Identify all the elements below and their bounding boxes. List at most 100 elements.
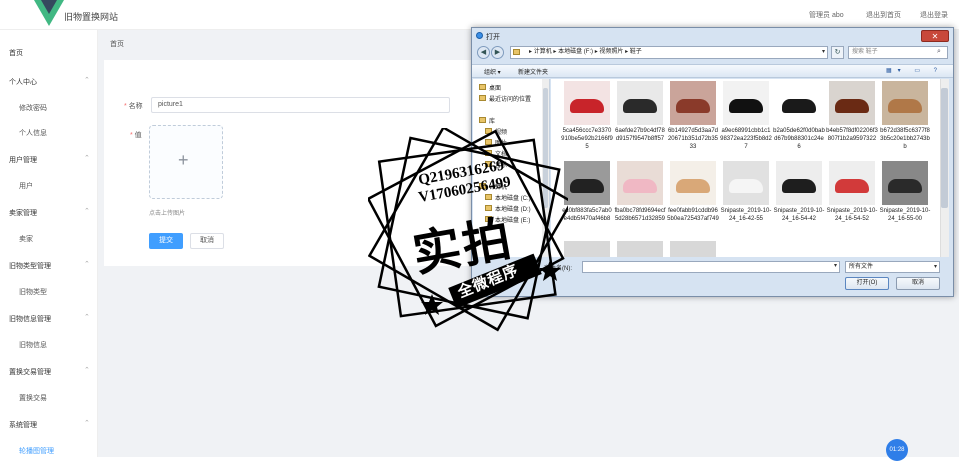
nav-pane-item[interactable]: 桌面 (489, 83, 501, 92)
refresh-icon[interactable]: ↻ (831, 46, 844, 59)
sidebar-item-item-info[interactable]: 旧物信息 (19, 340, 47, 350)
file-item[interactable]: ec0bf883fa5c7ab0e4db5f470af46b8 (561, 159, 613, 231)
vue-logo-icon (34, 0, 64, 26)
sidebar-group-item-info[interactable]: 旧物信息管理 (9, 314, 51, 324)
sidebar-item-sellers[interactable]: 卖家 (19, 234, 33, 244)
sidebar-item-carousel[interactable]: 轮播图管理 (19, 446, 54, 456)
file-item[interactable]: 5ca456ccc7e3370910be5e92b2166f95 (561, 79, 613, 151)
timer-badge: 01:28 (886, 439, 908, 461)
filename-input[interactable]: ▾ (582, 261, 840, 273)
name-input[interactable]: picture1 (151, 97, 450, 113)
organize-menu[interactable]: 组织 ▾ (484, 67, 501, 76)
file-item[interactable]: Snipaste_2019-10-24_16-54-42 (773, 159, 825, 231)
shoe-shape (729, 99, 763, 113)
nav-pane-item[interactable]: 库 (489, 116, 495, 125)
address-bar[interactable]: ▸ 计算机 ▸ 本地磁盘 (F:) ▸ 视频照片 ▸ 鞋子 ▾ (510, 46, 828, 59)
sidebar-group-sellers[interactable]: 卖家管理 (9, 208, 37, 218)
shoe-thumbnail-icon (670, 161, 716, 205)
shoe-shape (623, 179, 657, 193)
shoe-thumbnail-icon (564, 81, 610, 125)
sidebar-group-trades[interactable]: 置换交易管理 (9, 367, 51, 377)
file-name: Snipaste_2019-10-24_16-54-42 (773, 208, 825, 222)
chevron-up-icon: ⌃ (84, 261, 90, 268)
sidebar-group-item-types[interactable]: 旧物类型管理 (9, 261, 51, 271)
breadcrumb-shoes[interactable]: 鞋子 (630, 49, 642, 55)
breadcrumb[interactable]: 首页 (110, 39, 124, 49)
nav-folder-icon (479, 84, 486, 90)
sidebar-item-users[interactable]: 用户 (19, 181, 33, 191)
file-item[interactable]: a9ec68991cbb1c198372ea223f5b8d27 (720, 79, 772, 151)
breadcrumb-photos[interactable]: 视频照片 (599, 49, 623, 55)
file-item[interactable]: Snipaste_2019-10-24_16-54-52 (826, 159, 878, 231)
sidebar-item-home[interactable]: 首页 (9, 48, 23, 58)
partial-thumbnail-icon[interactable] (564, 241, 610, 257)
file-item[interactable]: Snipaste_2019-10-24_16-42-55 (720, 159, 772, 231)
forward-icon[interactable]: ▶ (491, 46, 504, 59)
file-name: b2a05de62f0d0babd67b9b88301c24e6 (773, 128, 825, 150)
open-button[interactable]: 打开(O) (845, 277, 889, 290)
sidebar-group-system[interactable]: 系统管理 (9, 420, 37, 430)
chevron-up-icon: ⌃ (84, 420, 90, 427)
nav-pane-item[interactable]: 最近访问的位置 (489, 94, 531, 103)
shoe-shape (835, 99, 869, 113)
image-uploader[interactable]: + (149, 125, 223, 199)
top-bar: 旧物置换网站 管理员 abo 退出到首页 退出登录 (0, 0, 959, 30)
sidebar-item-personal-info[interactable]: 个人信息 (19, 128, 47, 138)
sidebar-item-change-password[interactable]: 修改密码 (19, 103, 47, 113)
sidebar-item-item-types[interactable]: 旧物类型 (19, 287, 47, 297)
sidebar-item-trades[interactable]: 置换交易 (19, 393, 47, 403)
breadcrumb-computer[interactable]: 计算机 (534, 49, 552, 55)
value-label: * 值 (130, 132, 142, 139)
cancel-button[interactable]: 取消 (190, 233, 224, 249)
view-options-icon[interactable]: ▦▾ ▭ ? (886, 67, 943, 74)
file-item[interactable]: b4eb57f8df02206f3807f1b2a9597322 (826, 79, 878, 151)
chevron-down-icon[interactable]: ▾ (822, 47, 825, 58)
file-item[interactable]: 6b14927d5d3aa7d20671b351d72b3533 (667, 79, 719, 151)
file-name: Snipaste_2019-10-24_16-42-55 (720, 208, 772, 222)
logout-link[interactable]: 退出登录 (920, 10, 948, 20)
back-icon[interactable]: ◀ (477, 46, 490, 59)
shoe-thumbnail-icon (882, 81, 928, 125)
partial-thumbnail-icon[interactable] (670, 241, 716, 257)
file-item[interactable]: b672d38f5c6377f83b5c20e1bb2743bb (879, 79, 931, 151)
chevron-down-icon[interactable]: ▾ (834, 262, 837, 269)
file-item[interactable]: fee0fabb91cddb965b0ea725437af749 (667, 159, 719, 231)
search-icon[interactable]: ⌕ (937, 48, 951, 56)
search-input[interactable]: 搜索 鞋子 (848, 46, 948, 59)
file-scrollbar-thumb[interactable] (941, 88, 948, 208)
shoe-shape (888, 179, 922, 193)
file-name: b672d38f5c6377f83b5c20e1bb2743bb (880, 128, 930, 150)
partial-thumbnail-icon[interactable] (617, 241, 663, 257)
nav-folder-icon (479, 117, 486, 123)
shoe-thumbnail-icon (829, 81, 875, 125)
shoe-shape (570, 99, 604, 113)
chevron-up-icon: ⌃ (84, 314, 90, 321)
shoe-shape (888, 99, 922, 113)
file-item[interactable]: 6aefde27b9c4df78d9157f9547b8ff57 (614, 79, 666, 151)
close-button[interactable]: ✕ (921, 30, 949, 42)
shoe-thumbnail-icon (670, 81, 716, 125)
dialog-cancel-button[interactable]: 取消 (896, 277, 940, 290)
shoe-shape (676, 99, 710, 113)
file-item[interactable]: fba0bc78fd9694ecf5d28b6571d32859 (614, 159, 666, 231)
shoe-thumbnail-icon (617, 161, 663, 205)
file-list: 5ca456ccc7e3370910be5e92b2166f95 6aefde27… (551, 79, 940, 257)
submit-button[interactable]: 提交 (149, 233, 183, 249)
file-item[interactable]: b2a05de62f0d0babd67b9b88301c24e6 (773, 79, 825, 151)
plus-icon: + (178, 150, 189, 170)
file-name: a9ec68991cbb1c198372ea223f5b8d27 (720, 128, 772, 150)
new-folder-button[interactable]: 新建文件夹 (518, 67, 548, 76)
folder-icon (513, 49, 520, 55)
nav-folder-icon (479, 95, 486, 101)
chevron-up-icon: ⌃ (84, 155, 90, 162)
sidebar-group-users[interactable]: 用户管理 (9, 155, 37, 165)
file-item[interactable]: Snipaste_2019-10-24_16-55-00 (879, 159, 931, 231)
back-home-link[interactable]: 退出到首页 (866, 10, 901, 20)
shoe-thumbnail-icon (723, 161, 769, 205)
sidebar-group-personal[interactable]: 个人中心 (9, 77, 37, 87)
shoe-shape (782, 179, 816, 193)
shoe-shape (570, 179, 604, 193)
file-type-select[interactable]: 所有文件 ▾ (845, 261, 940, 273)
breadcrumb-drive-f[interactable]: 本地磁盘 (F:) (558, 49, 593, 55)
shoe-shape (676, 179, 710, 193)
